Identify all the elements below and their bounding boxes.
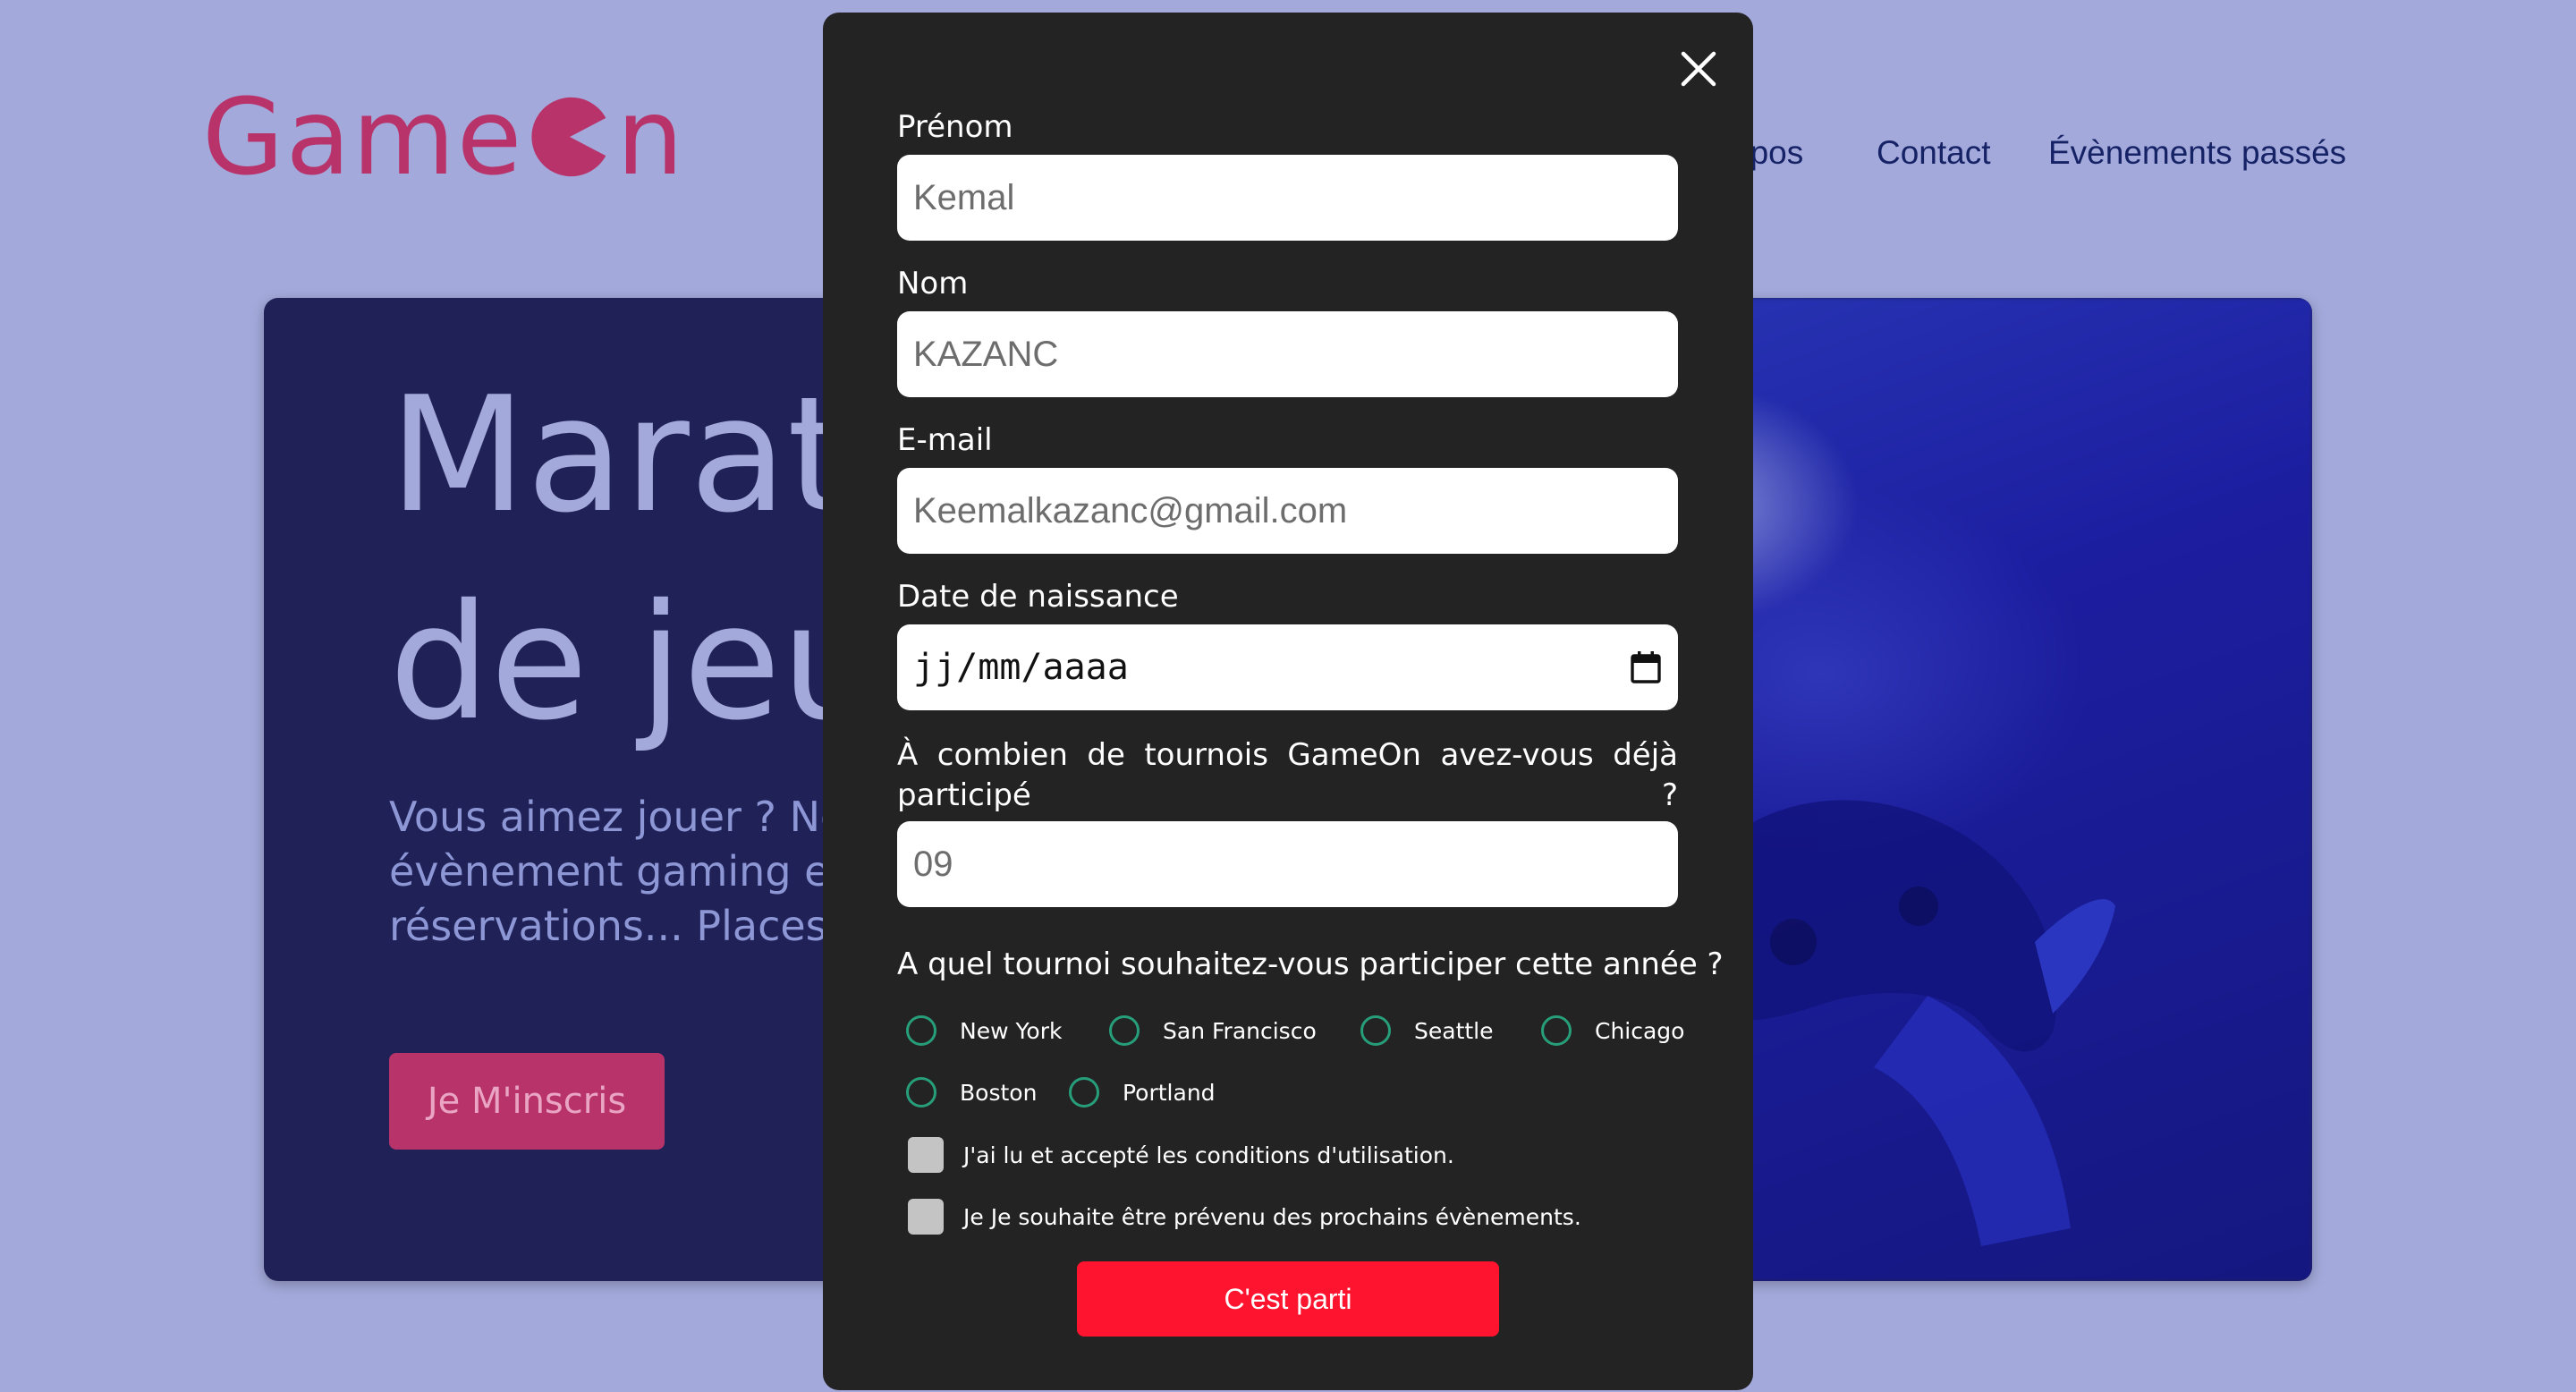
gameon-logo[interactable]: Game n (202, 75, 685, 199)
radio-label: Portland (1123, 1079, 1216, 1106)
radio-chicago[interactable]: Chicago (1541, 1015, 1684, 1046)
first-name-field[interactable] (897, 155, 1678, 241)
last-name-label: Nom (897, 266, 969, 301)
radio-circle[interactable] (1109, 1015, 1140, 1046)
hero-title-line-1: Marat (389, 362, 850, 547)
radio-circle[interactable] (1069, 1077, 1099, 1108)
tournaments-label: À combien de tournois GameOn avez-vous d… (897, 737, 1678, 813)
terms-label: J'ai lu et accepté les conditions d'util… (963, 1142, 1454, 1168)
terms-checkbox[interactable]: J'ai lu et accepté les conditions d'util… (908, 1137, 1454, 1173)
location-question: A quel tournoi souhaitez-vous participer… (897, 946, 1724, 982)
hero-text-line-2: évènement gaming est (389, 847, 868, 895)
last-name-field[interactable] (897, 311, 1678, 397)
close-icon[interactable] (1678, 48, 1719, 89)
radio-circle[interactable] (1541, 1015, 1572, 1046)
first-name-label: Prénom (897, 109, 1013, 145)
radio-portland[interactable]: Portland (1069, 1077, 1216, 1108)
birthdate-placeholder: jj/mm/aaaa (913, 647, 1129, 688)
radio-new-york[interactable]: New York (906, 1015, 1062, 1046)
radio-san-francisco[interactable]: San Francisco (1109, 1015, 1317, 1046)
radio-boston[interactable]: Boston (906, 1077, 1037, 1108)
nav-item-contact[interactable]: Contact (1877, 134, 1991, 172)
email-label: E-mail (897, 422, 993, 458)
hero-title: Marat de jeu (389, 352, 882, 767)
checkbox-box[interactable] (908, 1137, 944, 1173)
radio-circle[interactable] (1360, 1015, 1391, 1046)
submit-button[interactable]: C'est parti (1077, 1261, 1499, 1337)
logo-text-game: Game (202, 75, 524, 199)
email-field[interactable] (897, 468, 1678, 554)
calendar-icon[interactable] (1630, 650, 1662, 684)
nav-item-past-events[interactable]: Évènements passés (2048, 134, 2346, 172)
radio-label: New York (960, 1017, 1063, 1044)
logo-text-n: n (616, 75, 686, 199)
logo-pacman-icon (531, 97, 606, 177)
radio-seattle[interactable]: Seattle (1360, 1015, 1494, 1046)
newsletter-checkbox[interactable]: Je Je souhaite être prévenu des prochain… (908, 1199, 1581, 1235)
radio-label: Boston (960, 1079, 1038, 1106)
radio-circle[interactable] (906, 1015, 936, 1046)
hero-text: Vous aimez jouer ? Not évènement gaming … (389, 790, 867, 954)
radio-label: Chicago (1595, 1017, 1685, 1044)
signup-modal: Prénom Nom E-mail Date de naissance jj/m… (823, 13, 1753, 1390)
newsletter-label: Je Je souhaite être prévenu des prochain… (963, 1203, 1581, 1230)
signup-button[interactable]: Je M'inscris (389, 1053, 665, 1150)
checkbox-box[interactable] (908, 1199, 944, 1235)
tournaments-field[interactable] (897, 821, 1678, 907)
hero-title-line-2: de jeu (389, 570, 882, 755)
birthdate-label: Date de naissance (897, 579, 1179, 615)
birthdate-field[interactable]: jj/mm/aaaa (897, 624, 1678, 710)
radio-circle[interactable] (906, 1077, 936, 1108)
radio-label: San Francisco (1163, 1017, 1317, 1044)
hero-text-line-1: Vous aimez jouer ? Not (389, 793, 862, 841)
hero-text-line-3: réservations... Places li (389, 902, 863, 950)
radio-label: Seattle (1414, 1017, 1494, 1044)
